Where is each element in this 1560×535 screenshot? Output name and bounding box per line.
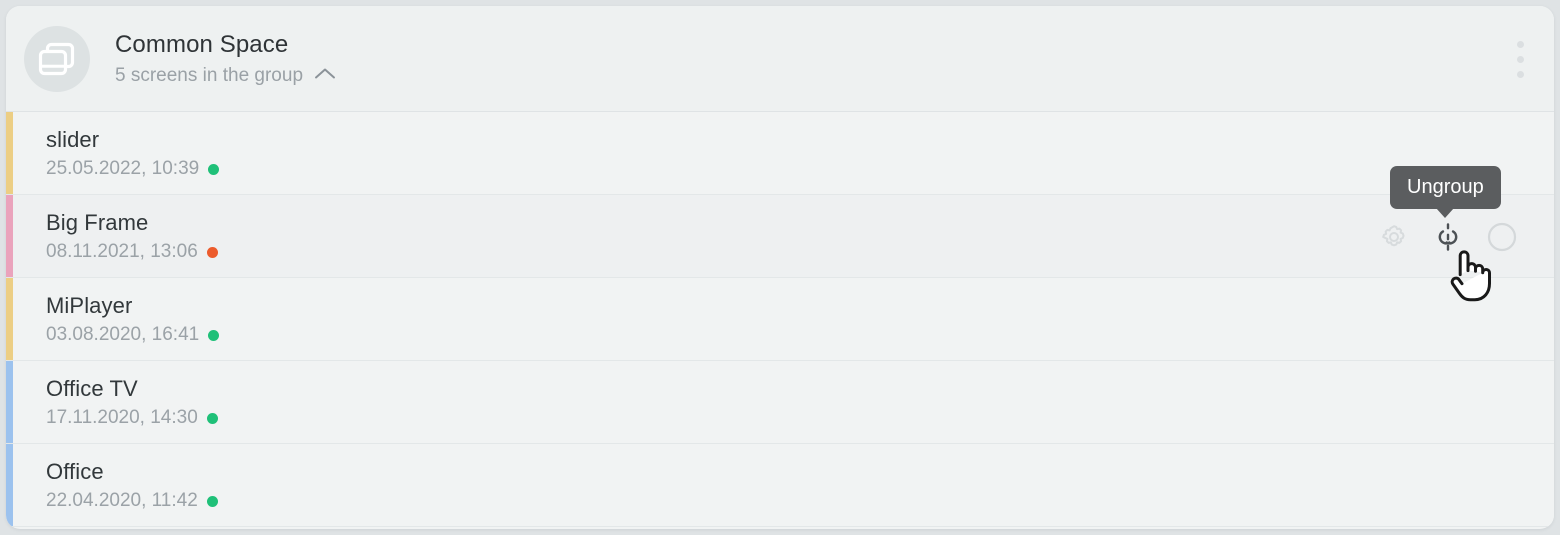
group-more-menu-button[interactable]: [1508, 36, 1532, 82]
screen-name: Office TV: [46, 376, 138, 401]
group-avatar: [24, 26, 90, 92]
status-badge: [206, 247, 218, 258]
screen-name: MiPlayer: [46, 293, 133, 318]
screen-meta: 08.11.2021, 13:06: [46, 240, 218, 264]
row-color-bar: [6, 195, 13, 278]
row-main: MiPlayer 03.08.2020, 16:41: [6, 292, 220, 347]
status-badge: [208, 164, 220, 175]
group-card: Common Space 5 screens in the group slid…: [6, 6, 1554, 529]
row-color-bar: [6, 112, 13, 195]
more-vertical-icon-dot: [1516, 70, 1524, 78]
broken-link-icon[interactable]: [1432, 221, 1464, 253]
row-main: Big Frame 08.11.2021, 13:06: [6, 209, 218, 264]
more-vertical-icon-dot: [1516, 55, 1524, 63]
group-subtitle-row[interactable]: 5 screens in the group: [115, 64, 336, 88]
screen-name: Big Frame: [46, 210, 149, 235]
group-header[interactable]: Common Space 5 screens in the group: [6, 6, 1554, 112]
screen-date: 17.11.2020, 14:30: [46, 407, 198, 428]
screen-name: Office: [46, 459, 104, 484]
screen-row[interactable]: MiPlayer 03.08.2020, 16:41: [6, 278, 1554, 361]
more-vertical-icon-dot: [1516, 40, 1524, 48]
row-main: Office 22.04.2020, 11:42: [6, 458, 218, 513]
screen-list: slider 25.05.2022, 10:39 Big Frame 08.11…: [6, 112, 1554, 527]
circle-unchecked-icon[interactable]: [1486, 221, 1518, 253]
row-main: Office TV 17.11.2020, 14:30: [6, 375, 218, 430]
screen-name: slider: [46, 127, 100, 152]
row-color-bar: [6, 444, 13, 527]
row-actions: [1378, 221, 1518, 253]
group-screen-count: 5 screens in the group: [115, 65, 304, 86]
chevron-up-icon[interactable]: [314, 67, 336, 85]
screen-meta: 17.11.2020, 14:30: [46, 406, 218, 430]
gear-icon[interactable]: [1378, 221, 1410, 253]
screen-row[interactable]: Office TV 17.11.2020, 14:30: [6, 361, 1554, 444]
screen-meta: 03.08.2020, 16:41: [46, 323, 220, 347]
screen-date: 08.11.2021, 13:06: [46, 241, 198, 262]
group-meta: Common Space 5 screens in the group: [115, 30, 336, 88]
screens-stack-icon: [38, 42, 76, 76]
screen-row[interactable]: Office 22.04.2020, 11:42: [6, 444, 1554, 527]
group-title: Common Space: [115, 31, 289, 58]
row-main: slider 25.05.2022, 10:39: [6, 126, 220, 181]
status-badge: [208, 330, 220, 341]
screen-meta: 25.05.2022, 10:39: [46, 157, 220, 181]
screen-date: 22.04.2020, 11:42: [46, 490, 198, 511]
screen-date: 25.05.2022, 10:39: [46, 158, 200, 179]
row-color-bar: [6, 278, 13, 361]
status-badge: [206, 496, 218, 507]
ungroup-tooltip: Ungroup: [1390, 166, 1501, 218]
screen-row[interactable]: slider 25.05.2022, 10:39: [6, 112, 1554, 195]
status-badge: [206, 413, 218, 424]
screen-meta: 22.04.2020, 11:42: [46, 489, 218, 513]
row-color-bar: [6, 361, 13, 444]
screen-date: 03.08.2020, 16:41: [46, 324, 200, 345]
screen-row[interactable]: Big Frame 08.11.2021, 13:06: [6, 195, 1554, 278]
